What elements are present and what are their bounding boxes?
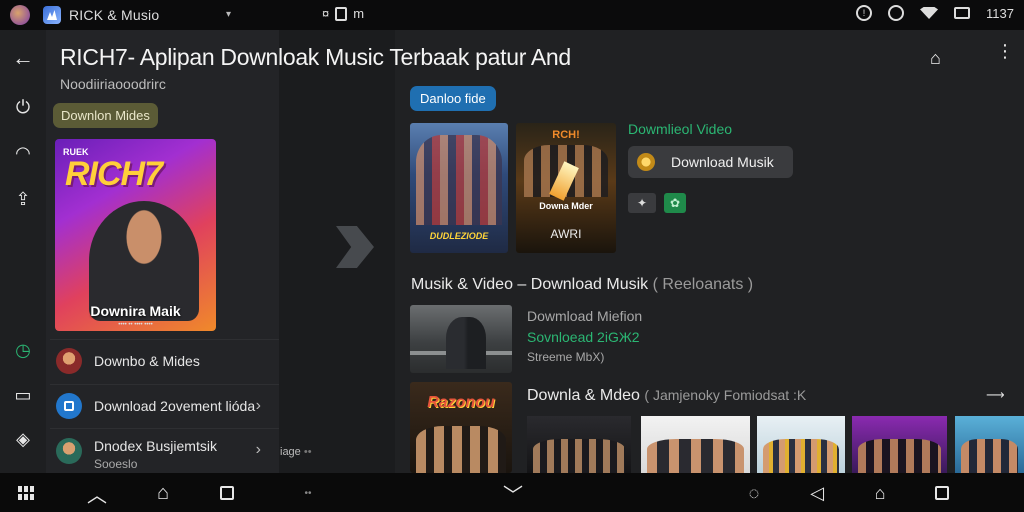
thumb-figures (446, 317, 486, 369)
clock-icon[interactable]: ◷ (12, 339, 34, 361)
chevron-down-icon[interactable]: ﹀ (503, 483, 523, 507)
power-icon[interactable]: ⏻ (12, 96, 34, 118)
carousel-thumb-image (858, 439, 941, 473)
album-thumb-cast (416, 426, 506, 473)
bookmark-icon[interactable]: ⌂ (870, 483, 890, 503)
carousel-thumbnail[interactable] (955, 416, 1024, 473)
carousel-thumb-image (533, 439, 625, 473)
row-thumbnail (56, 438, 82, 464)
upload-icon[interactable]: ⇪ (12, 188, 34, 210)
carousel-thumb-image (647, 439, 744, 473)
app-icon[interactable] (43, 6, 61, 24)
overview-icon[interactable] (932, 483, 952, 503)
carousel-thumbnail[interactable] (641, 416, 750, 473)
row-thumbnail (56, 347, 82, 374)
battery-icon (954, 7, 971, 19)
album-thumb-title: Razonou (427, 394, 495, 411)
page-subtitle: Noodiiriaooodrirc (60, 76, 166, 92)
status-app-title: RICK & Musio (69, 7, 160, 23)
status-center-icons: ¤ m (322, 6, 364, 21)
list-item[interactable]: Download 2ovement lióda › (50, 384, 279, 426)
poster-cast-image (416, 135, 502, 225)
page-title: RICH7- Aplipan Downloak Music Terbaak pa… (60, 44, 571, 70)
menu-icon: m (353, 6, 365, 21)
album-thumbnail[interactable]: Razonou (410, 382, 512, 473)
sync-icon (888, 5, 905, 21)
status-clock: 1137 (986, 5, 1014, 21)
carousel-thumbnail[interactable] (852, 416, 947, 473)
featured-title[interactable]: Dowmload Miefion (527, 308, 642, 324)
download-icon (56, 392, 82, 419)
alert-icon: ! (856, 5, 873, 21)
poster-title: DUDLEZIODE (429, 231, 489, 241)
carousel-thumbnail[interactable] (757, 416, 845, 473)
tag-icon[interactable]: ◈ (12, 428, 34, 450)
status-right-icons: ! 1137 (856, 5, 1014, 21)
hero-tiny-text: •••• •• •••• •••• (118, 322, 153, 328)
cast-icon[interactable]: ▭ (12, 384, 34, 406)
row-label: Dnodex Busjiemtsik (94, 438, 217, 454)
download-video-chip[interactable]: Downlon Mides (53, 103, 158, 128)
window-icon (335, 6, 348, 21)
section-title: Musik & Video – Download Musik ( Reeloan… (411, 276, 754, 293)
hero-album-cover[interactable]: RUEK RICH7 Downira Maik •••• •• •••• •••… (55, 139, 216, 331)
featured-download-label[interactable]: Sovnloead 2іGЖ2 (527, 329, 640, 345)
list-item[interactable]: Dnodex Busjiemtsik Sooeslo › (50, 428, 279, 473)
row-label: Download 2ovement lióda (94, 397, 256, 414)
hero-label: Downira Maik (90, 303, 181, 319)
back-arrow-icon[interactable]: ← (12, 45, 34, 70)
poster-title: Downa Mder (539, 201, 593, 211)
bottom-navigation-bar: ︿ ⌂ •• ﹀ ◌ ◁ ⌂ (0, 473, 1024, 512)
featured-stream-label: Streeme MbX) (527, 350, 605, 364)
download-music-button[interactable]: Download Musik (628, 146, 793, 178)
page-label: iage •• (280, 446, 312, 458)
row-section-title: Downla & Mdeo ( Jamjenoky Fomiodsat :K (527, 387, 807, 404)
apps-grid-icon[interactable] (16, 483, 36, 503)
chevron-right-icon[interactable]: › (256, 397, 261, 415)
home-icon[interactable]: ⌂ (930, 48, 950, 68)
see-more-arrow-icon[interactable]: ⟶ (986, 387, 1005, 403)
headphones-icon[interactable]: ◠ (12, 142, 34, 164)
share-button[interactable]: ✿ (664, 193, 686, 213)
download-video-label: Dowmlieol Video (628, 121, 733, 137)
coin-icon (637, 153, 655, 171)
lock-icon: ¤ (322, 6, 330, 21)
wifi-icon (920, 7, 939, 19)
download-video-chip-blue[interactable]: Danloo fide (410, 86, 496, 111)
avatar[interactable] (10, 5, 30, 25)
featured-thumbnail[interactable] (410, 305, 512, 373)
status-bar: RICK & Musio ▾ ¤ m ! 1137 (0, 0, 1024, 30)
back-icon[interactable]: ◁ (807, 483, 827, 503)
favorite-button[interactable]: ✦ (628, 193, 656, 213)
recents-icon[interactable] (217, 483, 237, 503)
more-options-icon[interactable]: ⋮ (996, 42, 1014, 60)
home-icon[interactable]: ⌂ (153, 482, 173, 504)
poster-logo: RCH! (552, 129, 580, 141)
row-sub-label: Sooeslo (94, 457, 138, 471)
chevron-up-icon[interactable]: ︿ (87, 483, 107, 507)
carousel-thumb-image (763, 439, 839, 473)
more-dots-icon: •• (304, 487, 312, 499)
movie-poster-1[interactable]: DUDLEZIODE (410, 123, 508, 253)
carousel-thumb-image (961, 439, 1018, 473)
list-item[interactable]: Downbo & Mides (50, 339, 279, 381)
poster-subtitle: AWRI (550, 227, 582, 241)
download-music-label: Download Musik (671, 154, 774, 170)
movie-poster-2[interactable]: RCH! Downa Mder AWRI (516, 123, 616, 253)
hero-logo-text: RICH7 (65, 155, 163, 193)
row-label: Downbo & Mides (94, 352, 200, 369)
chevron-right-icon[interactable]: › (256, 441, 261, 459)
dropdown-icon[interactable]: ▾ (226, 9, 231, 20)
search-icon[interactable]: ◌ (744, 483, 764, 503)
carousel-thumbnail[interactable] (527, 416, 631, 473)
panel-divider (279, 30, 395, 473)
status-app-group: RICK & Musio (0, 0, 245, 30)
side-rail: ← ⏻ ◠ ⇪ ◷ ▭ ◈ (0, 30, 46, 473)
